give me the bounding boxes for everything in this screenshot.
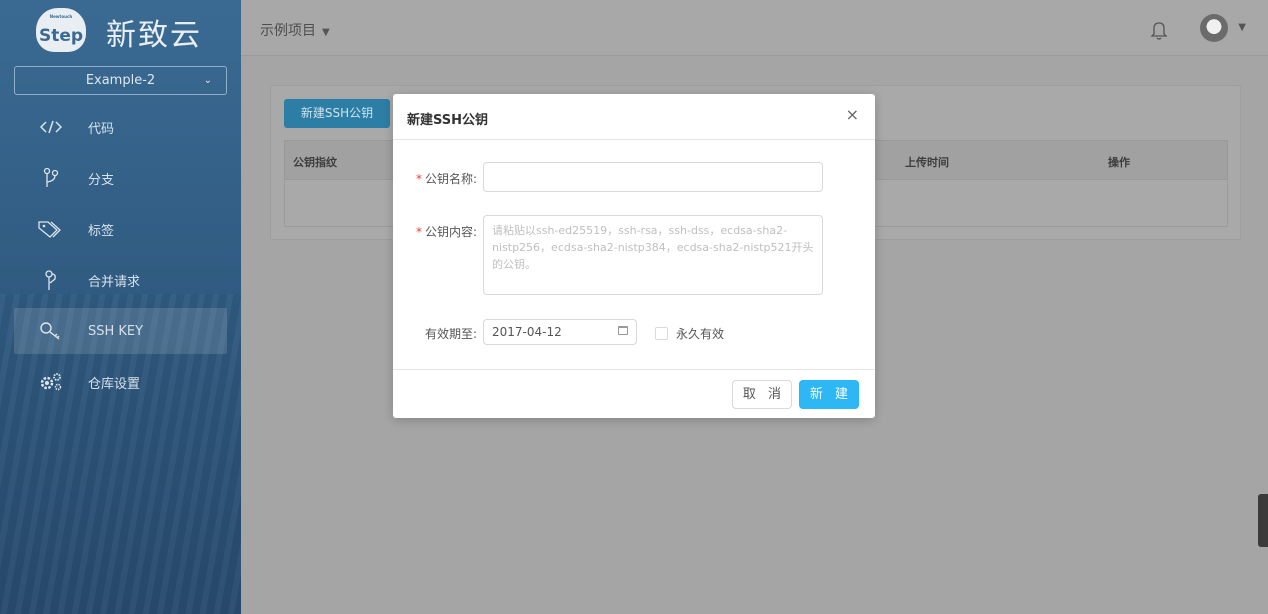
key-content-label-text: 公钥内容: <box>424 225 477 239</box>
logo-subtext: Newtouch <box>49 14 73 19</box>
sidebar-item-ssh-key[interactable]: SSH KEY <box>14 308 227 354</box>
sidebar-item-merge-request[interactable]: 合并请求 <box>14 257 227 303</box>
key-content-textarea[interactable]: 请粘贴以ssh-ed25519，ssh-rsa，ssh-dss，ecdsa-sh… <box>483 215 823 295</box>
topbar: 示例项目 ▼ ▼ <box>241 0 1268 56</box>
logo[interactable]: Newtouch Step <box>36 8 86 52</box>
key-name-label-text: 公钥名称: <box>424 172 477 186</box>
branch-icon <box>14 167 88 189</box>
tag-icon <box>14 220 88 238</box>
caret-down-icon: ▼ <box>322 27 330 38</box>
project-select[interactable]: Example-2 ⌄ <box>14 66 227 95</box>
brand-name: 新致云 <box>106 18 202 53</box>
cancel-button[interactable]: 取 消 <box>732 380 792 409</box>
permanent-label: 永久有效 <box>676 327 725 341</box>
sidebar-item-label: 分支 <box>88 172 115 188</box>
sidebar-item-label: SSH KEY <box>88 323 144 339</box>
required-mark: * <box>415 225 422 239</box>
create-button[interactable]: 新 建 <box>799 380 859 409</box>
new-ssh-key-modal: 新建SSH公钥 × * 公钥名称: * 公钥内容: 请粘贴以ssh-ed25519，… <box>393 94 875 418</box>
side-scroll-widget[interactable] <box>1258 494 1268 547</box>
chevron-down-icon: ⌄ <box>203 75 212 86</box>
column-upload-time: 上传时间 <box>905 156 949 169</box>
sidebar-item-repo-settings[interactable]: 仓库设置 <box>14 359 227 405</box>
sidebar-item-label: 代码 <box>88 121 115 137</box>
key-icon <box>14 321 88 341</box>
sidebar-item-tag[interactable]: 标签 <box>14 206 227 252</box>
new-ssh-key-button[interactable]: 新建SSH公钥 <box>284 99 390 128</box>
project-select-value: Example-2 <box>85 73 156 88</box>
key-name-input[interactable] <box>483 162 823 192</box>
close-icon[interactable]: × <box>846 105 859 124</box>
expiry-date-picker[interactable]: 2017-04-12 <box>483 319 637 345</box>
sidebar-item-code[interactable]: 代码 <box>14 104 227 150</box>
project-dropdown[interactable]: 示例项目 ▼ <box>260 20 330 40</box>
merge-request-icon <box>14 269 88 291</box>
bell-icon[interactable] <box>1150 20 1168 43</box>
expiry-date-value: 2017-04-12 <box>492 325 562 339</box>
key-content-label: * 公钥内容: <box>416 223 477 240</box>
logo-text: Step <box>38 26 84 46</box>
modal-header: 新建SSH公钥 × <box>393 94 875 140</box>
modal-title: 新建SSH公钥 <box>407 113 489 128</box>
sidebar-nav: 代码 分支 标签 合并请求 SSH KEY 仓库设置 <box>14 104 227 410</box>
required-mark: * <box>415 172 422 186</box>
column-fingerprint: 公钥指纹 <box>293 156 337 169</box>
caret-down-icon[interactable]: ▼ <box>1238 22 1246 33</box>
sidebar-item-label: 合并请求 <box>88 274 141 290</box>
sidebar-item-label: 仓库设置 <box>88 376 141 392</box>
calendar-icon <box>618 326 628 335</box>
gear-icon <box>14 372 88 392</box>
sidebar-item-label: 标签 <box>88 223 115 239</box>
key-name-label: * 公钥名称: <box>416 170 477 187</box>
avatar[interactable] <box>1200 14 1228 42</box>
sidebar-item-branch[interactable]: 分支 <box>14 155 227 201</box>
project-name: 示例项目 <box>260 23 316 39</box>
sidebar: Newtouch Step 新致云 Example-2 ⌄ 代码 分支 标签 合… <box>0 0 241 614</box>
column-actions: 操作 <box>1108 156 1130 169</box>
permanent-checkbox[interactable] <box>655 327 668 340</box>
code-icon <box>14 120 88 134</box>
expiry-label: 有效期至: <box>424 327 477 341</box>
modal-footer: 取 消 新 建 <box>393 369 875 418</box>
permanent-checkbox-wrap[interactable]: 永久有效 <box>655 325 724 342</box>
